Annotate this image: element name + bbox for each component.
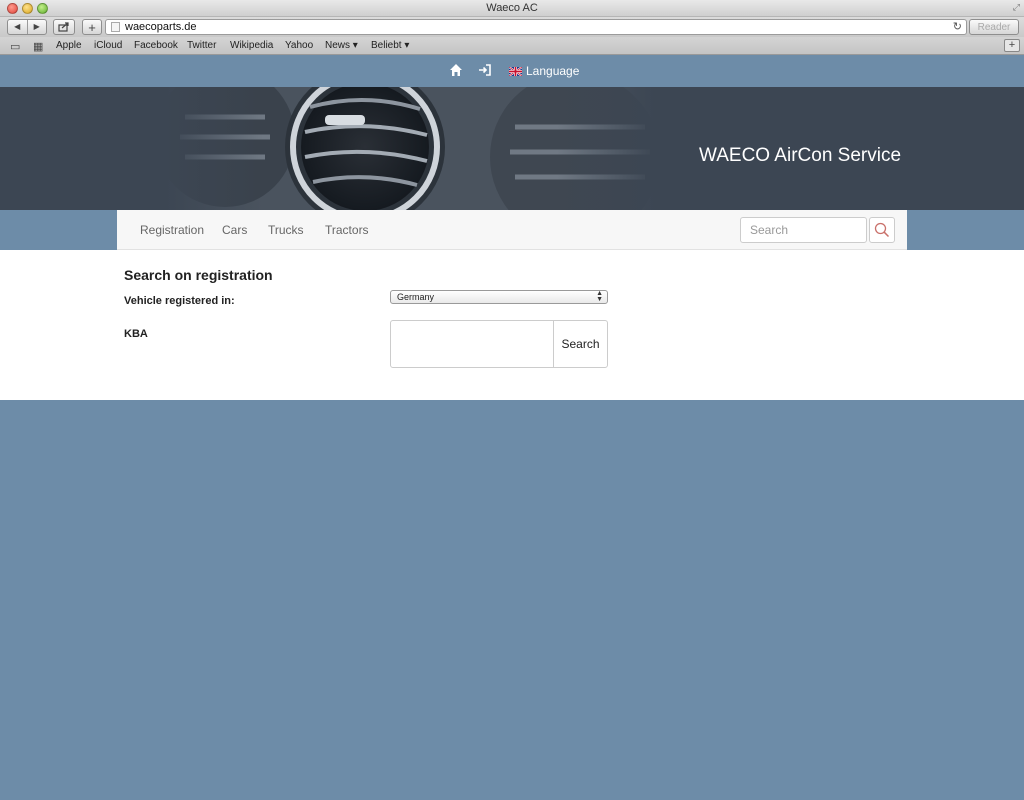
bookmark-beliebt[interactable]: Beliebt ▾ xyxy=(371,40,409,51)
home-icon[interactable] xyxy=(449,63,463,77)
main-navbar: Registration Cars Trucks Tractors xyxy=(117,210,907,250)
bookmark-facebook[interactable]: Facebook xyxy=(134,40,178,51)
bookmarks-bar: ▭ ▦ Apple iCloud Facebook Twitter Wikipe… xyxy=(0,37,1024,55)
nav-item-tractors[interactable]: Tractors xyxy=(325,223,369,237)
kba-search-button[interactable]: Search xyxy=(553,321,607,367)
book-icon[interactable]: ▭ xyxy=(10,40,20,53)
country-selected-value: Germany xyxy=(397,292,435,302)
vehicle-country-label: Vehicle registered in: xyxy=(124,295,235,307)
kba-input-group: Search xyxy=(390,320,608,368)
bookmark-apple[interactable]: Apple xyxy=(56,40,82,51)
bookmark-yahoo[interactable]: Yahoo xyxy=(285,40,313,51)
kba-label: KBA xyxy=(124,328,148,340)
bookmark-news[interactable]: News ▾ xyxy=(325,40,358,51)
new-tab-button[interactable]: + xyxy=(82,19,102,35)
nav-item-registration[interactable]: Registration xyxy=(140,223,204,237)
share-icon xyxy=(58,22,69,32)
nav-item-trucks[interactable]: Trucks xyxy=(268,223,304,237)
login-icon[interactable] xyxy=(478,63,492,77)
air-vent-image xyxy=(165,87,655,210)
reload-icon[interactable]: ↻ xyxy=(953,20,962,34)
back-icon[interactable]: ◀ xyxy=(8,20,27,34)
language-label: Language xyxy=(526,64,580,78)
window-title: Waeco AC xyxy=(486,2,538,14)
share-button[interactable] xyxy=(53,19,75,35)
banner-title: WAECO AirCon Service xyxy=(699,145,902,166)
hero-banner: WAECO AirCon Service xyxy=(0,87,1024,210)
bookmark-wikipedia[interactable]: Wikipedia xyxy=(230,40,273,51)
browser-toolbar: ◀ ▶ + waecoparts.de ↻ Reader xyxy=(0,17,1024,37)
uk-flag-icon xyxy=(509,66,522,76)
fullscreen-icon[interactable]: ⤢ xyxy=(1013,2,1020,13)
bookmark-icloud[interactable]: iCloud xyxy=(94,40,122,51)
grid-icon[interactable]: ▦ xyxy=(33,40,43,53)
add-bookmark-button[interactable]: + xyxy=(1004,39,1020,52)
language-selector[interactable]: Language xyxy=(509,64,579,78)
window-titlebar: Waeco AC ⤢ xyxy=(0,0,1024,17)
main-content: Search on registration Vehicle registere… xyxy=(0,250,1024,400)
page-title: Search on registration xyxy=(124,267,273,283)
country-select[interactable]: Germany ▲ ▼ xyxy=(390,290,608,304)
site-top-bar: Language xyxy=(0,56,1024,87)
forward-icon[interactable]: ▶ xyxy=(26,20,47,34)
select-arrows-icon: ▲ ▼ xyxy=(596,290,603,303)
bookmark-twitter[interactable]: Twitter xyxy=(187,40,216,51)
page-icon xyxy=(111,22,120,32)
nav-item-cars[interactable]: Cars xyxy=(222,223,247,237)
nav-strip: Registration Cars Trucks Tractors xyxy=(0,210,1024,250)
search-icon xyxy=(874,222,890,238)
address-text: waecoparts.de xyxy=(125,21,197,33)
back-forward-buttons: ◀ ▶ xyxy=(7,19,47,35)
search-button[interactable] xyxy=(869,217,895,243)
reader-button[interactable]: Reader xyxy=(969,19,1019,35)
kba-input[interactable] xyxy=(391,321,553,367)
address-bar[interactable]: waecoparts.de ↻ xyxy=(105,19,967,35)
search-input[interactable] xyxy=(740,217,867,243)
